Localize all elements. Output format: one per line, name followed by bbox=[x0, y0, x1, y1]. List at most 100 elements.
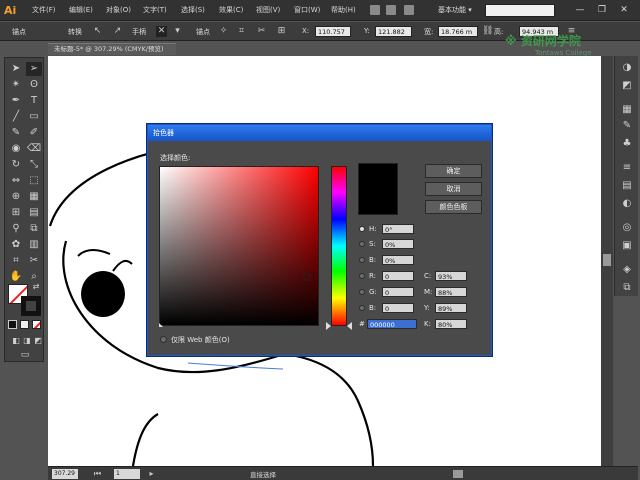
brightness-radio[interactable] bbox=[359, 257, 365, 263]
cyan-field[interactable]: 93% bbox=[435, 271, 467, 281]
color-picker-cursor[interactable] bbox=[303, 273, 311, 281]
connect-anchor-icon[interactable]: ⌗ bbox=[236, 26, 247, 37]
artboard-number-field[interactable]: 1 bbox=[114, 469, 140, 479]
layers-panel-icon[interactable]: ◈ bbox=[621, 264, 633, 276]
menu-edit[interactable]: 编辑(E) bbox=[69, 5, 93, 15]
minimize-button[interactable]: — bbox=[572, 4, 588, 16]
graphic-styles-icon[interactable]: ▣ bbox=[621, 240, 633, 252]
direct-selection-tool-icon[interactable]: ➢ bbox=[26, 62, 42, 76]
screen-mode-icon[interactable]: ▭ bbox=[17, 348, 33, 362]
black-field[interactable]: 80% bbox=[435, 319, 467, 329]
hue-arrow-left-icon[interactable] bbox=[326, 322, 331, 330]
color-mode-icon[interactable] bbox=[8, 320, 17, 329]
gradient-mode-icon[interactable] bbox=[20, 320, 29, 329]
pencil-tool-icon[interactable]: ✐ bbox=[26, 126, 42, 140]
draw-inside-icon[interactable]: ◩ bbox=[30, 334, 46, 348]
graph-tool-icon[interactable]: ▥ bbox=[26, 238, 42, 252]
perspective-grid-tool-icon[interactable]: ▦ bbox=[26, 190, 42, 204]
blend-tool-icon[interactable]: ⧉ bbox=[26, 222, 42, 236]
selection-tool-icon[interactable]: ➤ bbox=[8, 62, 24, 76]
hue-field[interactable]: 0° bbox=[382, 224, 414, 234]
eraser-tool-icon[interactable]: ⌫ bbox=[26, 142, 42, 156]
symbols-panel-icon[interactable]: ♣ bbox=[621, 138, 633, 150]
close-button[interactable]: ✕ bbox=[616, 4, 632, 16]
shape-builder-tool-icon[interactable]: ⊕ bbox=[8, 190, 24, 204]
appearance-panel-icon[interactable]: ◎ bbox=[621, 222, 633, 234]
color-swatches-button[interactable]: 颜色色板 bbox=[425, 200, 482, 214]
saturation-field[interactable]: 0% bbox=[382, 239, 414, 249]
hue-arrow-right-icon[interactable] bbox=[347, 322, 352, 330]
swatches-panel-icon[interactable]: ▦ bbox=[621, 104, 633, 116]
width-tool-icon[interactable]: ⇔ bbox=[8, 174, 24, 188]
brushes-panel-icon[interactable]: ✎ bbox=[621, 120, 633, 132]
color-panel-icon[interactable]: ◑ bbox=[621, 62, 633, 74]
maximize-button[interactable]: ❐ bbox=[594, 4, 610, 16]
eyedropper-tool-icon[interactable]: ⚲ bbox=[8, 222, 24, 236]
line-tool-icon[interactable]: ╱ bbox=[8, 110, 24, 124]
menu-object[interactable]: 对象(O) bbox=[106, 5, 131, 15]
hide-handles-icon[interactable]: ▾ bbox=[172, 26, 183, 37]
red-radio[interactable] bbox=[359, 273, 365, 279]
rectangle-tool-icon[interactable]: ▭ bbox=[26, 110, 42, 124]
artboard-tool-icon[interactable]: ⌗ bbox=[8, 254, 24, 268]
constrain-link-icon[interactable]: ⛓ bbox=[482, 26, 493, 37]
document-tab[interactable]: 未标题-5* @ 307.29% (CMYK/预览) bbox=[48, 43, 176, 55]
width-field[interactable]: 18.766 m bbox=[438, 26, 478, 37]
pen-tool-icon[interactable]: ✒ bbox=[8, 94, 24, 108]
convert-corner-icon[interactable]: ↖ bbox=[92, 26, 103, 37]
hex-field[interactable]: 000000 bbox=[367, 319, 417, 329]
blue-field[interactable]: 0 bbox=[382, 303, 414, 313]
mesh-tool-icon[interactable]: ⊞ bbox=[8, 206, 24, 220]
menu-view[interactable]: 视图(V) bbox=[256, 5, 280, 15]
stroke-panel-icon[interactable]: ≡ bbox=[621, 162, 633, 174]
saturation-radio[interactable] bbox=[359, 241, 365, 247]
ok-button[interactable]: 确定 bbox=[425, 164, 482, 178]
free-transform-tool-icon[interactable]: ⬚ bbox=[26, 174, 42, 188]
color-guide-icon[interactable]: ◩ bbox=[621, 80, 633, 92]
hand-tool-icon[interactable]: ✋ bbox=[8, 270, 24, 284]
workspace-switcher[interactable]: 基本功能 ▾ bbox=[438, 5, 472, 15]
remove-anchor-icon[interactable]: ✧ bbox=[218, 26, 229, 37]
swap-fill-stroke-icon[interactable]: ⇄ bbox=[28, 280, 44, 294]
y-field[interactable]: 121.882 bbox=[375, 26, 412, 37]
green-radio[interactable] bbox=[359, 289, 365, 295]
blue-radio[interactable] bbox=[359, 305, 365, 311]
gradient-panel-icon[interactable]: ▤ bbox=[621, 180, 633, 192]
scale-tool-icon[interactable]: ⤡ bbox=[26, 158, 42, 172]
menu-help[interactable]: 帮助(H) bbox=[331, 5, 356, 15]
rotate-tool-icon[interactable]: ↻ bbox=[8, 158, 24, 172]
next-artboard-icon[interactable]: ▸ bbox=[146, 468, 157, 479]
arrange-documents-icon[interactable] bbox=[404, 5, 414, 15]
zoom-field[interactable]: 307.29 bbox=[52, 469, 78, 479]
slice-tool-icon[interactable]: ✂ bbox=[26, 254, 42, 268]
horizontal-scroll-thumb[interactable] bbox=[453, 470, 463, 478]
menu-window[interactable]: 窗口(W) bbox=[294, 5, 320, 15]
convert-smooth-icon[interactable]: ↗ bbox=[112, 26, 123, 37]
cancel-button[interactable]: 取消 bbox=[425, 182, 482, 196]
symbol-sprayer-tool-icon[interactable]: ✿ bbox=[8, 238, 24, 252]
yellow-field[interactable]: 89% bbox=[435, 303, 467, 313]
align-icon[interactable]: ⊞ bbox=[276, 26, 287, 37]
cut-path-icon[interactable]: ✂ bbox=[256, 26, 267, 37]
web-colors-only-checkbox[interactable] bbox=[160, 336, 167, 343]
transparency-panel-icon[interactable]: ◐ bbox=[621, 198, 633, 210]
menu-file[interactable]: 文件(F) bbox=[32, 5, 56, 15]
search-input[interactable] bbox=[485, 4, 555, 17]
hue-radio[interactable] bbox=[359, 226, 365, 232]
x-field[interactable]: 110.757 bbox=[315, 26, 351, 37]
stroke-swatch[interactable] bbox=[21, 296, 41, 316]
vertical-scrollbar[interactable] bbox=[601, 56, 613, 466]
menu-select[interactable]: 选择(S) bbox=[181, 5, 205, 15]
menu-type[interactable]: 文字(T) bbox=[143, 5, 167, 15]
green-field[interactable]: 0 bbox=[382, 287, 414, 297]
stock-icon[interactable] bbox=[386, 5, 396, 15]
saturation-brightness-field[interactable] bbox=[159, 166, 319, 326]
dialog-title[interactable]: 拾色器 bbox=[148, 125, 491, 141]
vertical-scroll-thumb[interactable] bbox=[603, 254, 611, 266]
magic-wand-tool-icon[interactable]: ✴ bbox=[8, 78, 24, 92]
magenta-field[interactable]: 88% bbox=[435, 287, 467, 297]
bridge-icon[interactable] bbox=[370, 5, 380, 15]
gradient-tool-icon[interactable]: ▤ bbox=[26, 206, 42, 220]
lasso-tool-icon[interactable]: ʘ bbox=[26, 78, 42, 92]
show-handles-icon[interactable]: ✕ bbox=[156, 26, 167, 37]
